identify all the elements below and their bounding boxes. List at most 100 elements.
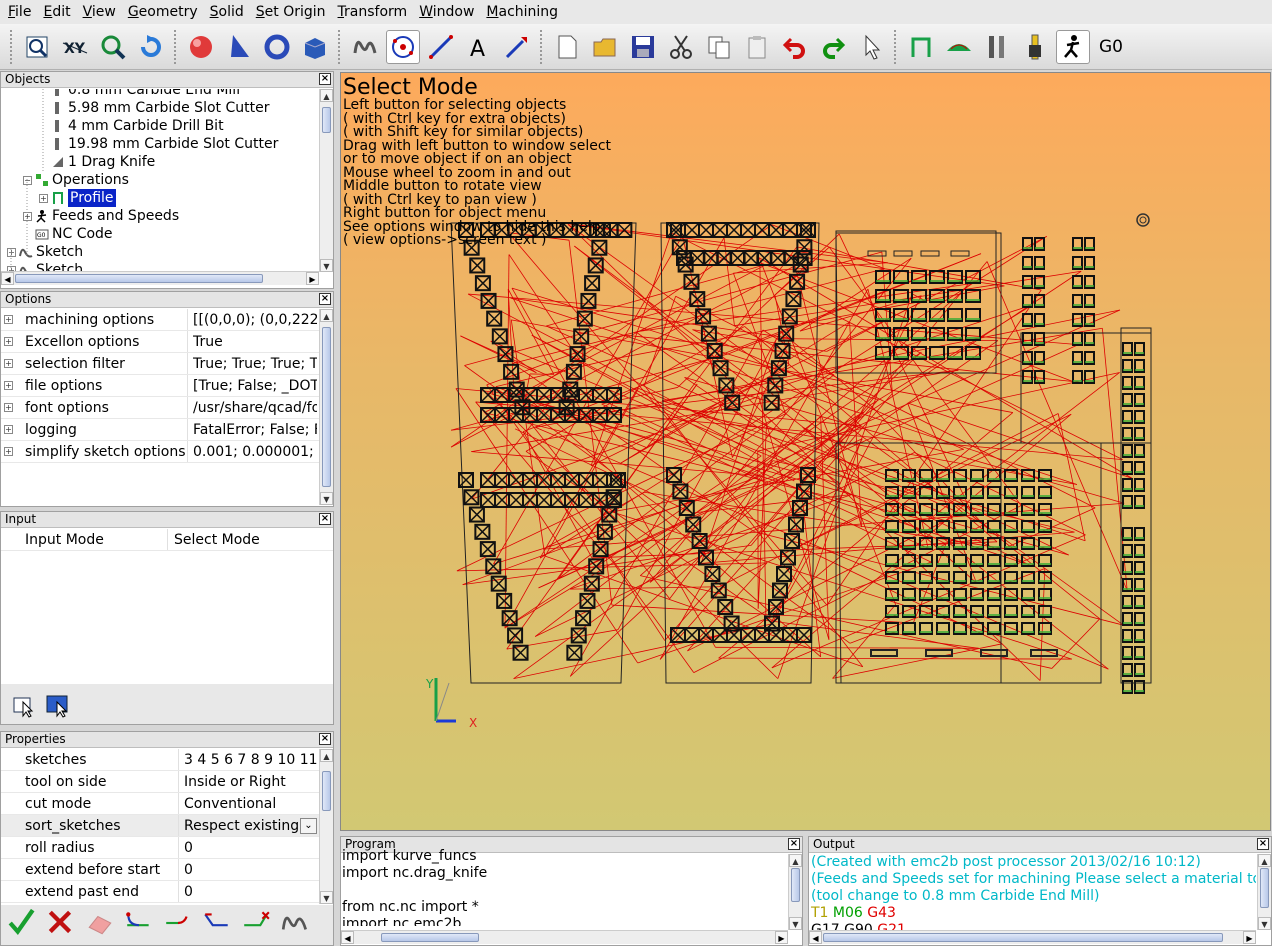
zoom-window-button[interactable] [20, 30, 54, 64]
tree-item[interactable]: 19.98 mm Carbide Slot Cutter [51, 135, 278, 153]
new-file-button[interactable] [550, 30, 584, 64]
option-row[interactable]: + selection filter True; True; True; True [1, 353, 319, 375]
graphics-viewport[interactable]: XY Select Mode Left button for selecting… [340, 72, 1271, 831]
expand-icon[interactable]: + [4, 381, 13, 390]
end-point-button[interactable] [241, 908, 271, 938]
expand-icon[interactable]: + [4, 447, 13, 456]
cut-button[interactable] [664, 30, 698, 64]
run-button[interactable] [1056, 29, 1090, 64]
toolbar-grip[interactable] [894, 29, 898, 64]
cone-button[interactable] [222, 30, 256, 64]
properties-close-icon[interactable]: × [319, 733, 331, 745]
line-button[interactable] [424, 30, 458, 64]
tree-item[interactable]: Sketch [19, 243, 83, 261]
eraser-button[interactable] [85, 908, 115, 938]
objects-vscroll[interactable]: ▲ ▼ [319, 89, 333, 272]
cancel-button[interactable] [46, 908, 76, 938]
expand-icon[interactable]: + [4, 359, 13, 368]
menu-set-origin[interactable]: Set Origin [252, 4, 330, 20]
objects-hscroll[interactable]: ◀ ▶ [1, 271, 319, 285]
tree-expand-icon[interactable]: + [39, 194, 48, 203]
lead-out-button[interactable] [163, 908, 193, 938]
g0-button[interactable]: G0 [1094, 30, 1128, 64]
menu-solid[interactable]: Solid [206, 4, 248, 20]
expand-icon[interactable]: + [4, 315, 13, 324]
properties-vscroll[interactable]: ▲ ▼ [319, 749, 333, 904]
option-row[interactable]: + file options [True; False; _DOT,_ [1, 375, 319, 397]
view-xy-button[interactable]: XY [58, 30, 92, 64]
chevron-down-icon[interactable]: ⌄ [300, 818, 317, 834]
option-row[interactable]: + machining options [[(0,0,0); (0,0,222); … [1, 309, 319, 331]
property-row[interactable]: extend past end 0 [1, 881, 319, 903]
option-row[interactable]: + logging FatalError; False; Fal [1, 419, 319, 441]
output-hscroll[interactable]: ◀ ▶ [809, 930, 1256, 944]
menu-view[interactable]: View [79, 4, 120, 20]
options-vscroll[interactable]: ▲ ▼ [319, 309, 333, 505]
tree-item[interactable]: 5.98 mm Carbide Slot Cutter [51, 99, 269, 117]
tree-item[interactable]: 1 Drag Knife [51, 153, 155, 171]
toolbar-grip[interactable] [540, 29, 544, 64]
option-row[interactable]: + font options/usr/share/qcad/fonts [1, 397, 319, 419]
options-close-icon[interactable]: × [319, 293, 331, 305]
lead-in-button[interactable] [124, 908, 154, 938]
property-row[interactable]: extend before start 0 [1, 859, 319, 881]
open-file-button[interactable] [588, 30, 622, 64]
tree-item[interactable]: 0.8 mm Carbide End Mill [51, 89, 240, 99]
menu-geometry[interactable]: Geometry [124, 4, 202, 20]
expand-icon[interactable]: + [4, 425, 13, 434]
menu-transform[interactable]: Transform [334, 4, 412, 20]
toolbar-grip[interactable] [10, 29, 14, 64]
select-arrow-icon[interactable] [11, 692, 37, 718]
ok-button[interactable] [7, 908, 37, 938]
property-row[interactable]: sketches 3 4 5 6 7 8 9 10 11 ... [1, 749, 319, 771]
zoom-extents-button[interactable] [96, 30, 130, 64]
undo-button[interactable] [778, 30, 812, 64]
menu-machining[interactable]: Machining [482, 4, 562, 20]
redo-button[interactable] [816, 30, 850, 64]
option-row[interactable]: + Excellon options True [1, 331, 319, 353]
save-file-button[interactable] [626, 30, 660, 64]
profile-button[interactable] [904, 30, 938, 64]
cube-button[interactable] [298, 30, 332, 64]
menu-edit[interactable]: Edit [39, 4, 74, 20]
pointer-button[interactable] [854, 30, 888, 64]
paste-button[interactable] [740, 30, 774, 64]
torus-button[interactable] [260, 30, 294, 64]
drill-button[interactable] [980, 30, 1014, 64]
menu-file[interactable]: File [4, 4, 35, 20]
property-row[interactable]: cut mode Conventional [1, 793, 319, 815]
pocket-button[interactable] [942, 30, 976, 64]
program-hscroll[interactable]: ◀ ▶ [341, 930, 788, 944]
expand-icon[interactable]: + [4, 403, 13, 412]
tree-expand-icon[interactable]: + [7, 248, 16, 257]
tree-item[interactable]: G0 NC Code [35, 225, 113, 243]
property-row[interactable]: sort_sketches Respect existing o ⌄ [1, 815, 319, 837]
text-button[interactable]: A [462, 30, 496, 64]
tree-expand-icon[interactable]: + [23, 212, 32, 221]
select-window-icon[interactable] [45, 692, 71, 718]
property-row[interactable]: tool on side Inside or Right [1, 771, 319, 793]
menu-window[interactable]: Window [415, 4, 478, 20]
property-row[interactable]: roll radius 0 [1, 837, 319, 859]
select-mode-button[interactable] [386, 29, 420, 64]
copy-button[interactable] [702, 30, 736, 64]
tree-item[interactable]: Profile [51, 189, 116, 207]
toolbar-grip[interactable] [338, 29, 342, 64]
output-vscroll[interactable]: ▲ ▼ [1257, 854, 1271, 930]
sphere-button[interactable] [184, 30, 218, 64]
start-point-button[interactable] [202, 908, 232, 938]
program-vscroll[interactable]: ▲ ▼ [788, 854, 802, 930]
toolbar-grip[interactable] [174, 29, 178, 64]
expand-icon[interactable]: + [4, 337, 13, 346]
tree-item[interactable]: Operations [35, 171, 129, 189]
objects-close-icon[interactable]: × [319, 73, 331, 85]
tree-expand-icon[interactable]: − [23, 176, 32, 185]
program-close-icon[interactable]: × [788, 838, 800, 850]
program-editor[interactable]: import kurve_funcs import nc.drag_knife fr… [341, 848, 787, 926]
output-close-icon[interactable]: × [1257, 838, 1269, 850]
redraw-button[interactable] [134, 30, 168, 64]
sketch-button[interactable] [280, 908, 310, 938]
input-close-icon[interactable]: × [319, 513, 331, 525]
tree-item[interactable]: Feeds and Speeds [35, 207, 179, 225]
tree-item[interactable]: 4 mm Carbide Drill Bit [51, 117, 224, 135]
